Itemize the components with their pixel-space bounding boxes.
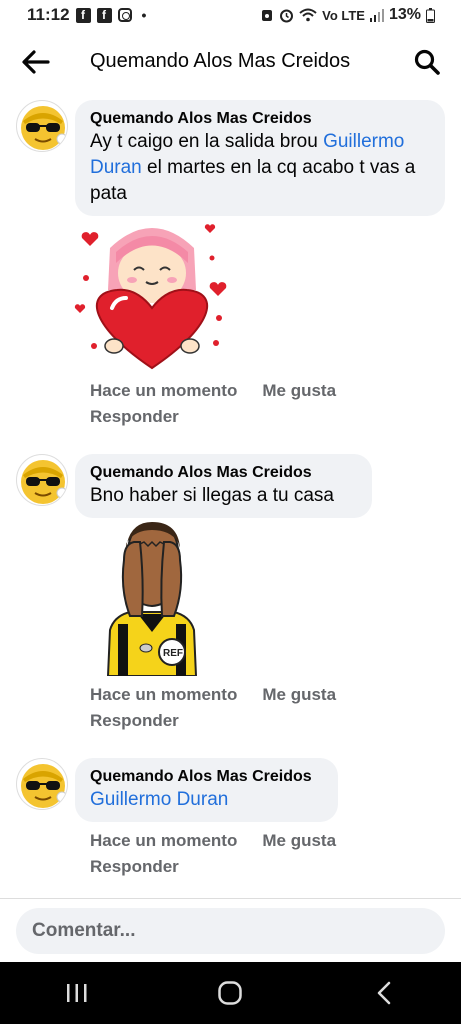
clock: 11:12 <box>27 5 70 24</box>
status-right: Vo LTE 13% <box>260 6 435 24</box>
sunglasses-emoji-icon <box>21 106 67 150</box>
system-back-button[interactable] <box>354 968 414 1018</box>
battery-icon <box>426 7 435 23</box>
comment-actions: Hace un momento Me gusta Responder <box>90 378 336 430</box>
avatar[interactable] <box>16 454 68 506</box>
avatar[interactable] <box>16 758 68 810</box>
sunglasses-emoji-icon <box>21 764 67 808</box>
app-header: Quemando Alos Mas Creidos <box>0 34 461 90</box>
comment-author[interactable]: Quemando Alos Mas Creidos <box>90 109 430 129</box>
comment-timestamp[interactable]: Hace un momento <box>90 682 237 708</box>
instagram-icon <box>117 8 132 22</box>
sunglasses-emoji-icon <box>21 460 67 504</box>
comment-actions: Hace un momento Me gusta Responder <box>90 828 336 880</box>
notification-dot: • <box>141 7 147 23</box>
mention-link[interactable]: Guillermo Duran <box>90 789 228 810</box>
comment: Quemando Alos Mas Creidos Ay t caigo en … <box>0 98 461 438</box>
comment-text: Bno haber si llegas a tu casa <box>90 485 334 506</box>
comment: Quemando Alos Mas Creidos Bno haber si l… <box>0 454 461 744</box>
comment-timestamp[interactable]: Hace un momento <box>90 378 237 404</box>
page-title: Quemando Alos Mas Creidos <box>90 50 351 72</box>
status-bar: 11:12 f f • Vo LTE 13% <box>0 0 461 30</box>
referee-facepalm-sticker: REF <box>100 520 204 677</box>
comment-composer <box>0 898 461 962</box>
comment-author[interactable]: Quemando Alos Mas Creidos <box>90 463 357 483</box>
reply-button[interactable]: Responder <box>90 857 179 876</box>
wifi-icon <box>299 8 317 22</box>
comment-bubble: Quemando Alos Mas Creidos Ay t caigo en … <box>75 100 445 216</box>
comment-text: Guillermo Duran <box>90 787 323 813</box>
search-button[interactable] <box>411 46 443 78</box>
avatar[interactable] <box>16 100 68 152</box>
comment-timestamp[interactable]: Hace un momento <box>90 828 237 854</box>
comment-text: Ay t caigo en la salida brou Guillermo D… <box>90 129 430 207</box>
comment-bubble: Quemando Alos Mas Creidos Bno haber si l… <box>75 454 372 518</box>
back-chevron-icon <box>377 981 391 1005</box>
facebook-icon: f <box>75 7 91 23</box>
battery-level: 13% <box>388 6 421 23</box>
status-left: 11:12 f f • <box>27 5 146 25</box>
home-button[interactable] <box>200 968 260 1018</box>
comment-input[interactable] <box>16 908 445 954</box>
reply-button[interactable]: Responder <box>90 407 179 426</box>
comment-bubble: Quemando Alos Mas Creidos Guillermo Dura… <box>75 758 338 822</box>
alarm-clock-icon <box>280 9 294 22</box>
home-icon <box>218 981 243 1005</box>
search-icon <box>414 49 440 75</box>
comment: Quemando Alos Mas Creidos Guillermo Dura… <box>0 756 461 886</box>
network-label: Vo LTE <box>322 7 365 23</box>
girl-heart-sticker <box>72 218 232 378</box>
like-button[interactable]: Me gusta <box>262 378 336 404</box>
signal-icon <box>369 9 384 22</box>
reply-button[interactable]: Responder <box>90 711 179 730</box>
back-button[interactable] <box>18 46 54 78</box>
sticker-badge-text: REF <box>163 648 183 659</box>
like-button[interactable]: Me gusta <box>262 828 336 854</box>
comment-actions: Hace un momento Me gusta Responder <box>90 682 336 734</box>
arrow-left-icon <box>22 50 50 74</box>
facebook-icon: f <box>96 7 112 23</box>
alarm-icon <box>262 10 273 21</box>
recent-apps-icon <box>66 984 87 1002</box>
recent-apps-button[interactable] <box>47 968 107 1018</box>
like-button[interactable]: Me gusta <box>262 682 336 708</box>
comment-text-part: Ay t caigo en la salida brou <box>90 131 324 152</box>
system-nav-bar <box>0 962 461 1024</box>
comment-author[interactable]: Quemando Alos Mas Creidos <box>90 767 323 787</box>
